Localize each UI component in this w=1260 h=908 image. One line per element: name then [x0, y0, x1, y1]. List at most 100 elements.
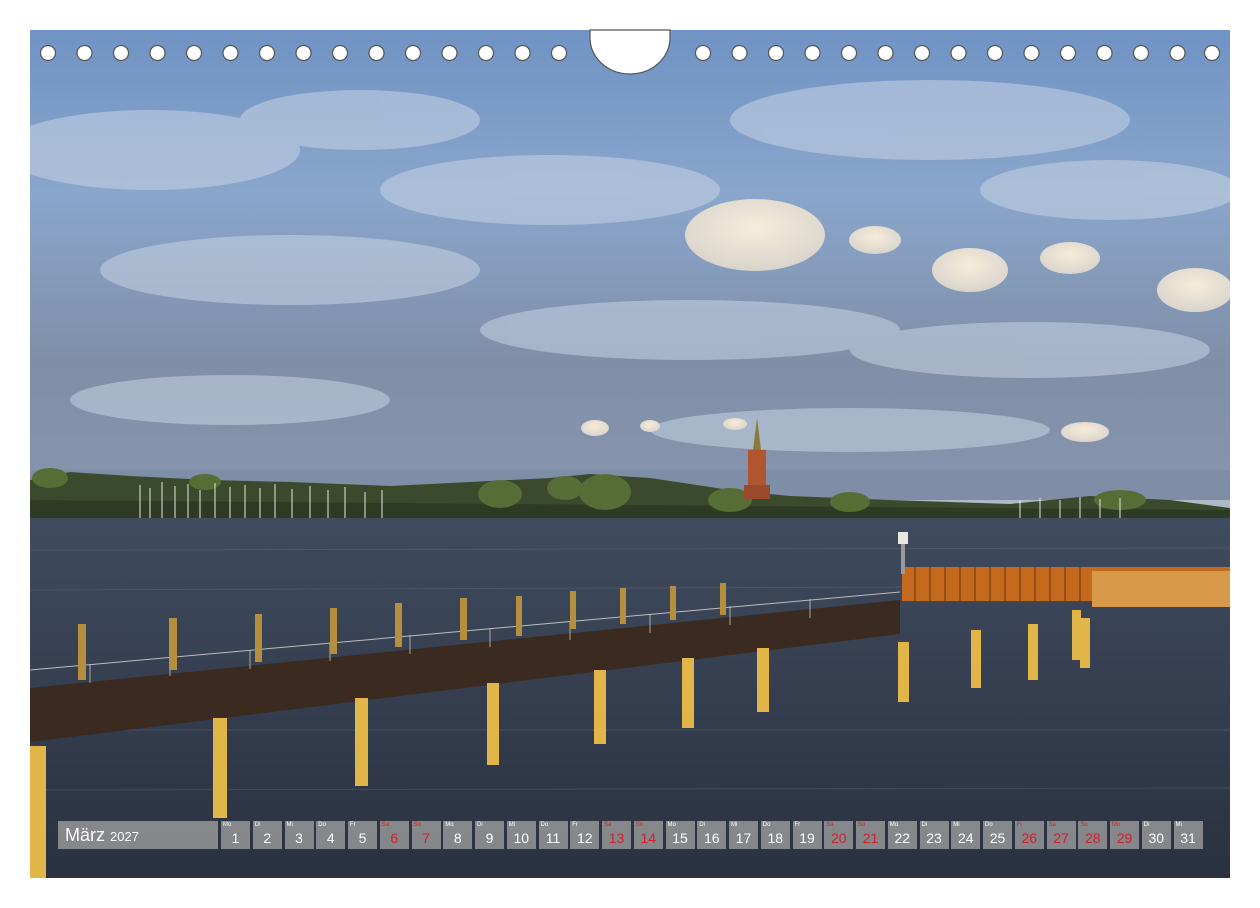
day-cell: So 14 [633, 821, 663, 849]
day-number: 1 [231, 830, 240, 846]
weekday-label: Sa [826, 822, 834, 828]
weekday-label: Mi [731, 822, 738, 828]
weekday-label: Sa [1048, 822, 1056, 828]
weekday-label: Sa [604, 822, 612, 828]
orange-quay-wall [902, 567, 1230, 607]
day-number: 14 [640, 830, 657, 846]
day-cells: Mo 1 Di 2 Mi 3 Do 4 Fr 5 Sa 6 So 7 Mo 8 Di 9 Mi 10 Do 11 Fr 12 S… [221, 821, 1205, 849]
day-number: 27 [1053, 830, 1069, 846]
day-number: 4 [326, 830, 335, 846]
day-number: 5 [358, 830, 367, 846]
day-cell: Sa 6 [379, 821, 409, 849]
day-number: 6 [390, 830, 399, 846]
weekday-label: Fr [794, 822, 801, 828]
day-cell: Mo 1 [221, 821, 250, 849]
weekday-label: Di [254, 822, 261, 828]
weekday-label: Do [540, 822, 549, 828]
day-cell: Fr 26 [1014, 821, 1044, 849]
day-cell: Do 11 [538, 821, 568, 849]
day-cell: Mo 15 [665, 821, 695, 849]
weekday-label: Sa [381, 822, 390, 828]
day-cell: Sa 20 [824, 821, 854, 849]
day-cell: Di 23 [919, 821, 949, 849]
day-number: 24 [957, 830, 974, 846]
day-cell: So 28 [1078, 821, 1108, 849]
day-number: 18 [767, 830, 784, 846]
day-number: 20 [830, 830, 847, 846]
weekday-label: Fr [572, 822, 578, 828]
day-cell: Mo 8 [443, 821, 473, 849]
weekday-label: Mo [223, 822, 232, 828]
day-cell: Di 9 [475, 821, 504, 849]
day-cell: Mi 3 [284, 821, 314, 849]
day-cell: Fr 19 [792, 821, 822, 849]
day-cell: Fr 12 [570, 821, 600, 849]
day-number: 15 [672, 830, 688, 846]
weekday-label: Mi [508, 822, 516, 828]
weekday-label: Mo [445, 822, 454, 828]
day-number: 23 [926, 830, 942, 846]
day-number: 11 [545, 830, 561, 846]
month-year: 2027 [110, 829, 139, 844]
day-number: 30 [1148, 830, 1165, 846]
weekday-label: Fr [350, 822, 356, 828]
day-cell: Mi 17 [729, 821, 758, 849]
weekday-label: Mo [889, 822, 899, 828]
day-cell: Mi 24 [951, 821, 981, 849]
day-number: 21 [862, 830, 879, 846]
calendar-strip: März 2027 Mo 1 Di 2 Mi 3 Do 4 Fr 5 Sa 6 So 7 Mo 8 Di 9 Mi 1… [58, 821, 1205, 849]
day-number: 2 [263, 830, 272, 846]
weekday-label: Mi [1175, 822, 1182, 828]
day-cell: Di 16 [697, 821, 727, 849]
day-number: 22 [894, 830, 911, 846]
day-number: 13 [608, 830, 625, 846]
day-cell: Mi 10 [506, 821, 536, 849]
month-name: März [65, 824, 105, 845]
harbor-landscape [30, 30, 1230, 878]
day-number: 9 [485, 830, 494, 846]
day-number: 26 [1021, 830, 1038, 846]
day-number: 29 [1116, 830, 1133, 846]
day-number: 3 [295, 830, 303, 846]
day-cell: Do 18 [760, 821, 790, 849]
day-cell: Do 4 [316, 821, 346, 849]
day-number: 19 [799, 830, 815, 846]
day-number: 16 [703, 830, 720, 846]
day-cell: Do 25 [983, 821, 1012, 849]
day-number: 8 [453, 830, 462, 846]
day-cell: So 21 [856, 821, 885, 849]
day-number: 31 [1180, 830, 1196, 846]
day-number: 10 [513, 830, 530, 846]
weekday-label: Di [921, 822, 928, 828]
weekday-label: Mi [953, 822, 960, 828]
weekday-label: Mi [286, 822, 293, 828]
day-cell: Mo 29 [1110, 821, 1139, 849]
day-cell: Mo 22 [887, 821, 917, 849]
day-number: 17 [735, 830, 752, 846]
day-cell: Di 30 [1141, 821, 1171, 849]
day-cell: Sa 13 [602, 821, 631, 849]
weekday-label: Do [762, 822, 771, 828]
weekday-label: Mo [1112, 822, 1121, 828]
day-number: 12 [576, 830, 593, 846]
weekday-label: Do [985, 822, 993, 828]
weekday-label: Fr [1016, 822, 1023, 828]
weekday-label: So [635, 822, 644, 828]
day-number: 7 [422, 830, 430, 846]
weekday-label: Do [318, 822, 326, 828]
weekday-label: So [413, 822, 421, 828]
day-cell: So 7 [411, 821, 441, 849]
weekday-label: So [858, 822, 866, 828]
month-label: März 2027 [58, 821, 218, 849]
weekday-label: Di [477, 822, 483, 828]
weekday-label: Di [699, 822, 705, 828]
weekday-label: Mo [667, 822, 676, 828]
day-number: 28 [1084, 830, 1101, 846]
day-cell: Di 2 [252, 821, 282, 849]
day-cell: Fr 5 [348, 821, 377, 849]
weekday-label: Di [1143, 822, 1150, 828]
day-cell: Mi 31 [1173, 821, 1203, 849]
calendar-photo [30, 30, 1230, 878]
day-number: 25 [989, 830, 1006, 846]
day-cell: Sa 27 [1046, 821, 1076, 849]
